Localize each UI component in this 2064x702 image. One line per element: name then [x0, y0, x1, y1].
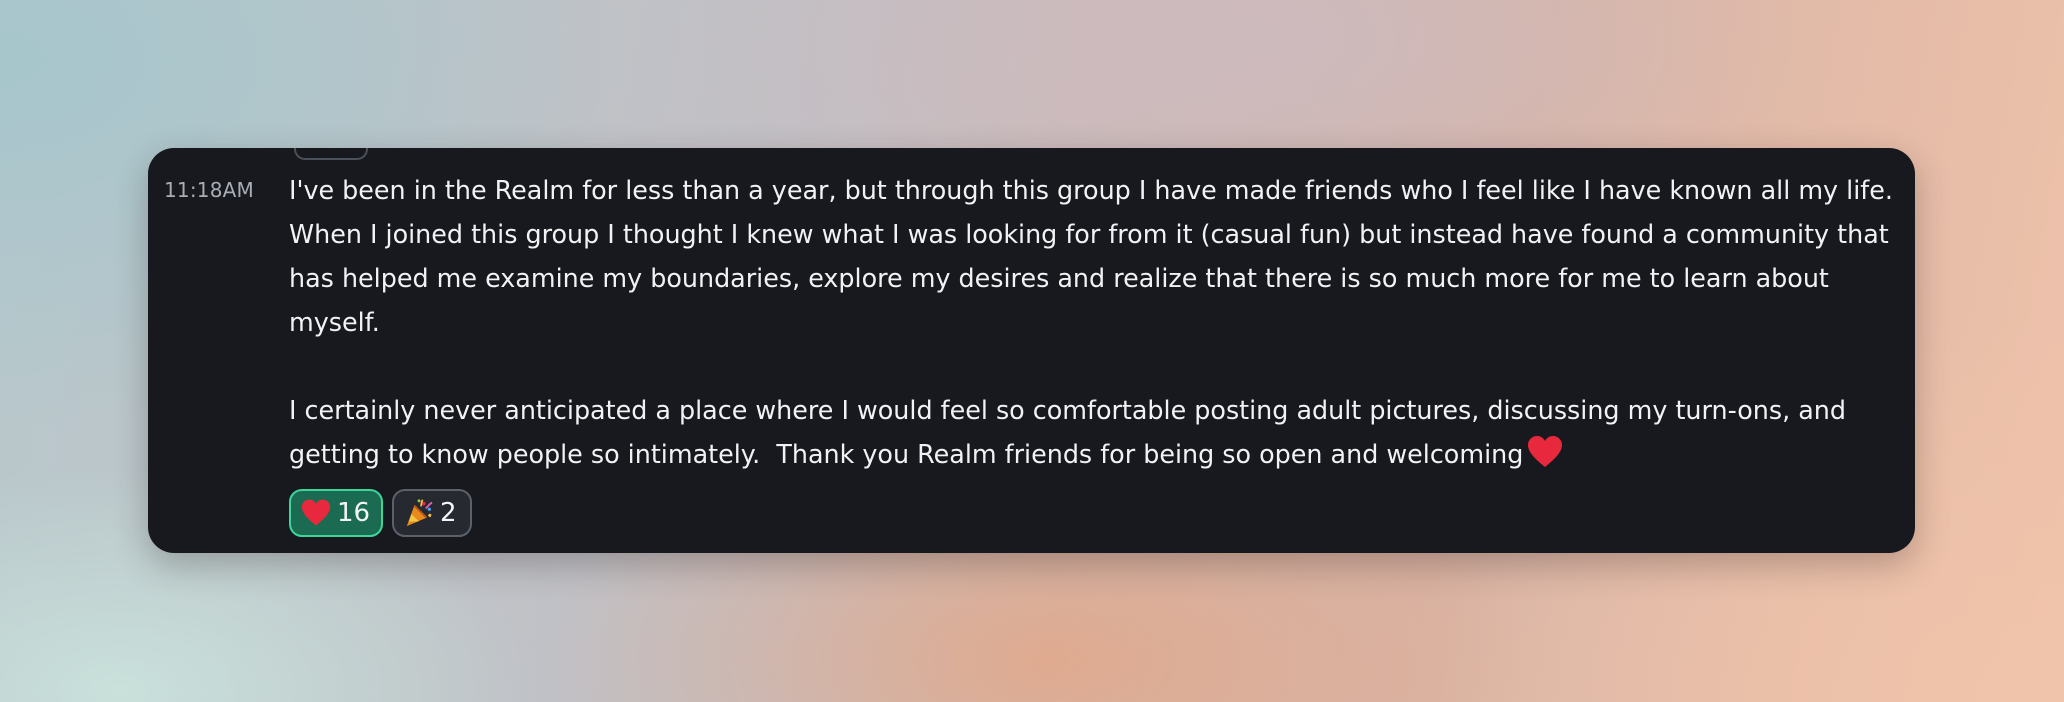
reactions-bar: 16 2 — [289, 489, 472, 537]
message-card: 11:18AM I've been in the Realm for less … — [148, 148, 1915, 553]
heart-icon — [1528, 436, 1563, 467]
message-timestamp: 11:18AM — [164, 178, 254, 202]
heart-icon — [301, 499, 331, 526]
reaction-count: 2 — [440, 498, 457, 528]
reaction-party-button[interactable]: 2 — [392, 489, 472, 537]
reaction-heart-button[interactable]: 16 — [289, 489, 383, 537]
party-popper-icon — [406, 499, 433, 527]
message-body: I've been in the Realm for less than a y… — [289, 168, 1894, 476]
message-paragraph: I've been in the Realm for less than a y… — [289, 175, 1901, 337]
previous-reaction-pill[interactable] — [294, 148, 368, 160]
message-paragraph-text: I certainly never anticipated a place wh… — [289, 395, 1855, 469]
reaction-count: 16 — [337, 498, 371, 528]
message-paragraph: I certainly never anticipated a place wh… — [289, 388, 1894, 476]
